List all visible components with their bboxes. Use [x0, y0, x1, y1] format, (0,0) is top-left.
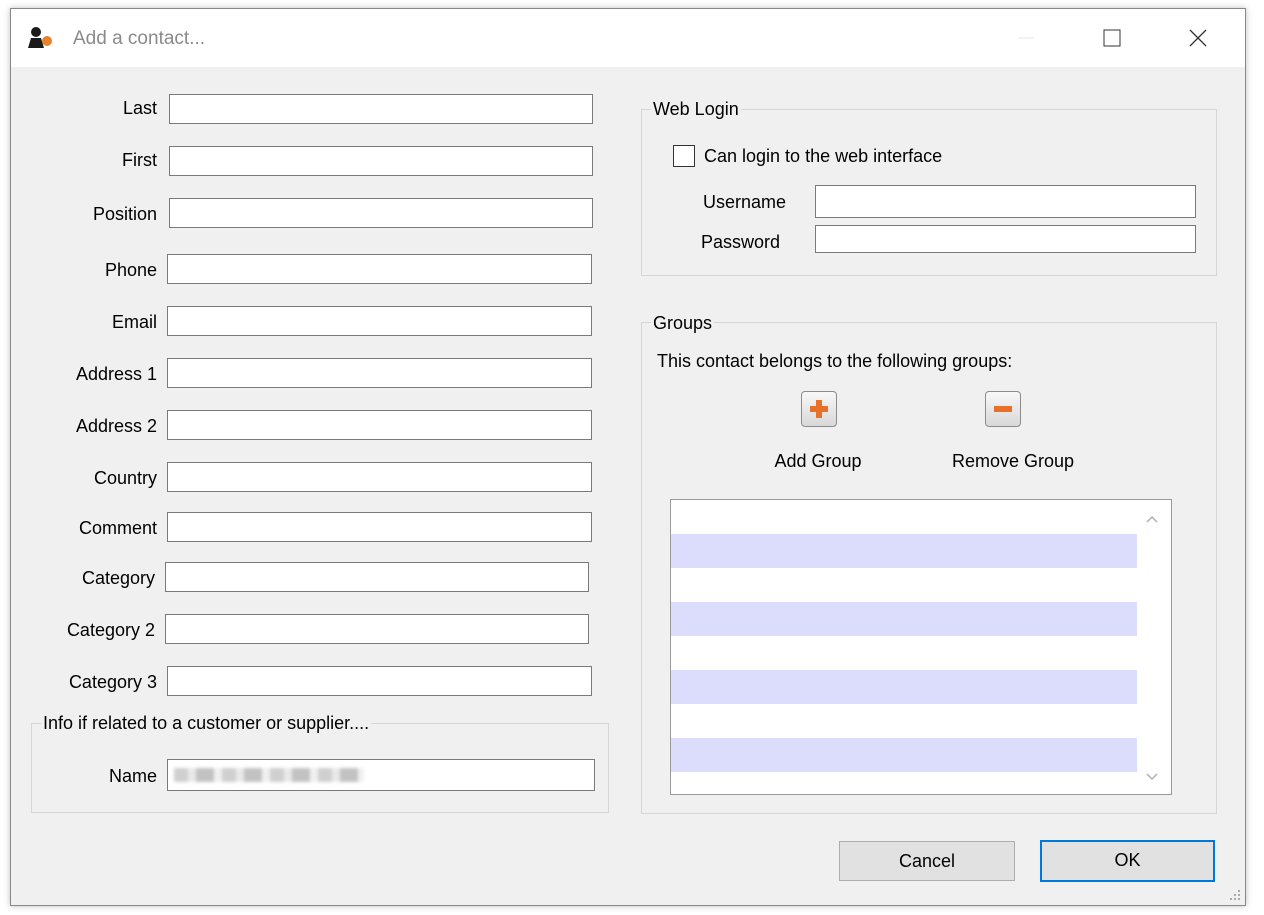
- comment-field[interactable]: [167, 512, 592, 542]
- email-label: Email: [111, 312, 157, 332]
- can-login-label: Can login to the web interface: [704, 146, 943, 166]
- category3-field[interactable]: [167, 666, 592, 696]
- category2-field[interactable]: [165, 614, 589, 644]
- plus-icon: [810, 400, 828, 418]
- username-label: Username: [703, 192, 787, 212]
- name-field[interactable]: [167, 759, 595, 791]
- address2-label: Address 2: [75, 416, 157, 436]
- username-field[interactable]: [815, 185, 1196, 218]
- add-group-label[interactable]: Add Group: [763, 451, 873, 472]
- category2-label: Category 2: [66, 620, 155, 640]
- phone-field[interactable]: [167, 254, 592, 284]
- first-label: First: [122, 150, 157, 170]
- address2-field[interactable]: [167, 410, 592, 440]
- last-label: Last: [122, 98, 157, 118]
- remove-group-label[interactable]: Remove Group: [938, 451, 1088, 472]
- list-row[interactable]: [671, 738, 1137, 772]
- phone-label: Phone: [104, 260, 157, 280]
- category3-label: Category 3: [68, 672, 157, 692]
- country-field[interactable]: [167, 462, 592, 492]
- country-label: Country: [93, 468, 157, 488]
- resize-grip-icon[interactable]: [1229, 889, 1241, 901]
- list-row[interactable]: [671, 670, 1137, 704]
- last-field[interactable]: [169, 94, 593, 124]
- comment-label: Comment: [78, 518, 157, 538]
- address1-field[interactable]: [167, 358, 592, 388]
- maximize-button[interactable]: [1077, 9, 1147, 67]
- password-label: Password: [701, 232, 781, 252]
- address1-label: Address 1: [75, 364, 157, 384]
- scroll-up-icon[interactable]: [1145, 514, 1159, 524]
- close-button[interactable]: [1163, 9, 1233, 67]
- category-label: Category: [81, 568, 155, 588]
- list-row[interactable]: [671, 602, 1137, 636]
- web-login-title: Web Login: [651, 99, 741, 120]
- cancel-button[interactable]: Cancel: [839, 841, 1015, 881]
- list-row[interactable]: [671, 636, 1137, 670]
- title-bar: Add a contact...: [11, 9, 1245, 67]
- related-group-title: Info if related to a customer or supplie…: [41, 713, 372, 734]
- minimize-button[interactable]: [991, 9, 1061, 67]
- groups-title: Groups: [651, 313, 715, 334]
- scroll-down-icon[interactable]: [1145, 772, 1159, 782]
- position-field[interactable]: [169, 198, 593, 228]
- window-title: Add a contact...: [73, 28, 206, 49]
- minimize-icon: [1018, 37, 1034, 39]
- maximize-icon: [1103, 29, 1121, 47]
- app-icon: [28, 27, 52, 48]
- position-label: Position: [92, 204, 157, 224]
- add-contact-dialog: Add a contact... Last First Position Pho…: [10, 8, 1246, 906]
- close-icon: [1189, 29, 1207, 47]
- groups-description: This contact belongs to the following gr…: [657, 351, 1013, 371]
- can-login-checkbox[interactable]: [673, 145, 695, 167]
- groups-list[interactable]: [670, 499, 1172, 795]
- blurred-name-value: [174, 768, 364, 782]
- list-row[interactable]: [671, 568, 1137, 602]
- name-label: Name: [108, 766, 157, 786]
- ok-button[interactable]: OK: [1040, 840, 1215, 882]
- add-group-button[interactable]: [801, 391, 837, 427]
- first-field[interactable]: [169, 146, 593, 176]
- list-row[interactable]: [671, 500, 1137, 534]
- remove-group-button[interactable]: [985, 391, 1021, 427]
- list-row[interactable]: [671, 704, 1137, 738]
- email-field[interactable]: [167, 306, 592, 336]
- category-field[interactable]: [165, 562, 589, 592]
- password-field[interactable]: [815, 225, 1196, 253]
- list-row[interactable]: [671, 534, 1137, 568]
- minus-icon: [994, 406, 1012, 412]
